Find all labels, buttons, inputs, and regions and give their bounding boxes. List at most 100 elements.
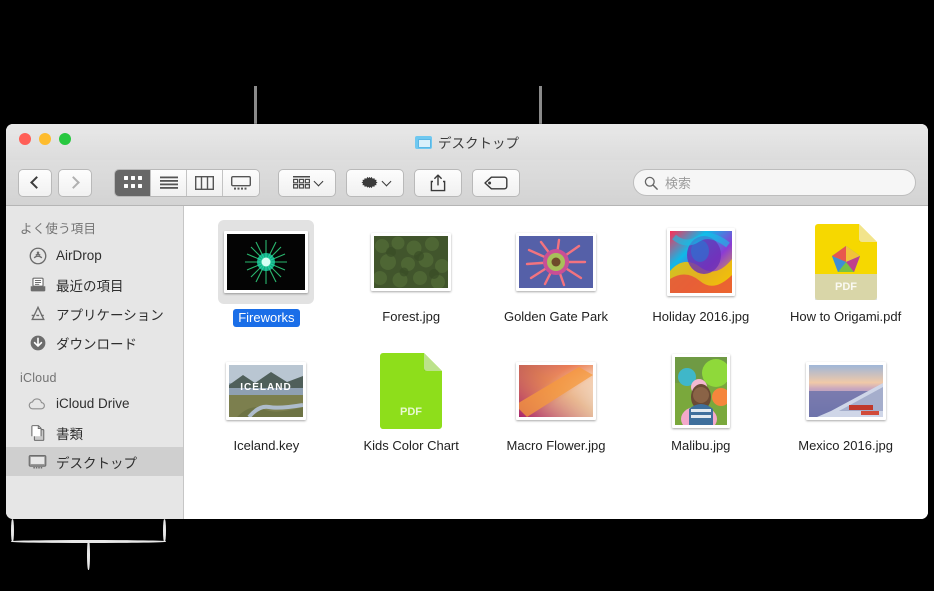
pdf-document-icon: PDF xyxy=(380,353,442,429)
iceland-thumbnail: ICELAND xyxy=(229,365,303,417)
arrange-grid-icon xyxy=(293,176,310,189)
chevron-left-icon xyxy=(30,176,43,189)
documents-icon xyxy=(28,423,47,442)
icon-view-button[interactable] xyxy=(115,170,151,196)
file-item[interactable]: Macro Flower.jpg xyxy=(484,349,629,454)
search-icon xyxy=(644,176,658,190)
file-thumbnail: PDF xyxy=(798,220,894,304)
sidebar: よく使う項目 AirDrop xyxy=(6,206,184,519)
gallery-icon xyxy=(231,176,251,190)
pdf-document-icon: PDF xyxy=(815,224,877,300)
sidebar-item-desktop[interactable]: デスクトップ xyxy=(6,447,183,476)
file-item[interactable]: PDF How to Origami.pdf xyxy=(773,220,918,327)
file-item[interactable]: Mexico 2016.jpg xyxy=(773,349,918,454)
file-label: Macro Flower.jpg xyxy=(503,438,610,454)
window-body: よく使う項目 AirDrop xyxy=(6,206,928,519)
screenshot-stage: デスクトップ xyxy=(0,0,934,591)
window-titlebar: デスクトップ xyxy=(6,124,928,160)
applications-icon xyxy=(28,304,47,323)
sidebar-heading-favorites: よく使う項目 xyxy=(6,214,183,241)
forest-thumbnail xyxy=(374,236,448,288)
callout-leader-line xyxy=(87,540,90,570)
arrange-button[interactable] xyxy=(278,169,336,197)
sidebar-item-recents[interactable]: 最近の項目 xyxy=(6,270,183,299)
sidebar-item-documents[interactable]: 書類 xyxy=(6,418,183,447)
file-grid-area: Fireworks xyxy=(184,206,928,519)
tag-icon xyxy=(484,176,508,190)
folder-icon xyxy=(415,135,432,149)
back-button[interactable] xyxy=(18,169,52,197)
window-title: デスクトップ xyxy=(6,132,928,152)
window-title-text: デスクトップ xyxy=(438,132,519,152)
tags-button[interactable] xyxy=(472,169,520,197)
gear-icon xyxy=(361,174,378,191)
malibu-thumbnail xyxy=(675,357,727,425)
file-item[interactable]: PDF Kids Color Chart xyxy=(339,349,484,454)
list-view-button[interactable] xyxy=(151,170,187,196)
sidebar-item-downloads[interactable]: ダウンロード xyxy=(6,328,183,357)
fireworks-thumbnail xyxy=(227,234,305,290)
cloud-icon xyxy=(28,394,47,413)
downloads-icon xyxy=(28,333,47,352)
file-item[interactable]: Holiday 2016.jpg xyxy=(628,220,773,327)
file-label: Mexico 2016.jpg xyxy=(794,438,897,454)
sidebar-item-label: ダウンロード xyxy=(56,333,137,353)
search-placeholder: 検索 xyxy=(665,173,691,192)
callout-bracket-right-tick xyxy=(163,519,166,542)
macro-flower-thumbnail xyxy=(519,365,593,417)
svg-text:PDF: PDF xyxy=(835,281,857,293)
file-label: Iceland.key xyxy=(230,438,304,454)
finder-window: デスクトップ xyxy=(6,124,928,519)
search-field[interactable]: 検索 xyxy=(633,169,916,196)
file-thumbnail xyxy=(653,220,749,304)
finder-toolbar: 検索 xyxy=(6,160,928,206)
columns-icon xyxy=(195,176,214,190)
svg-text:ICELAND: ICELAND xyxy=(241,382,292,393)
file-item[interactable]: Forest.jpg xyxy=(339,220,484,327)
forward-button[interactable] xyxy=(58,169,92,197)
column-view-button[interactable] xyxy=(187,170,223,196)
recents-icon xyxy=(28,275,47,294)
airdrop-icon xyxy=(28,246,47,265)
file-item[interactable]: Malibu.jpg xyxy=(628,349,773,454)
file-item[interactable]: ICELAND Iceland.key xyxy=(194,349,339,454)
file-thumbnail xyxy=(508,349,604,433)
file-label: Golden Gate Park xyxy=(500,309,612,325)
grid-icon xyxy=(124,176,142,189)
sidebar-item-label: AirDrop xyxy=(56,248,102,263)
share-icon xyxy=(430,174,446,192)
sidebar-item-label: 書類 xyxy=(56,423,83,443)
view-mode-segmented-control xyxy=(114,169,260,197)
file-item[interactable]: Golden Gate Park xyxy=(484,220,629,327)
chevron-down-icon xyxy=(313,176,323,186)
desktop-icon xyxy=(28,452,47,471)
file-label: Holiday 2016.jpg xyxy=(648,309,753,325)
sidebar-item-icloud-drive[interactable]: iCloud Drive xyxy=(6,389,183,418)
mexico-2016-thumbnail xyxy=(809,365,883,417)
callout-bracket-left-tick xyxy=(11,519,14,542)
file-thumbnail xyxy=(798,349,894,433)
navigation-buttons xyxy=(18,169,92,197)
file-thumbnail xyxy=(653,349,749,433)
file-thumbnail xyxy=(363,220,459,304)
file-thumbnail: PDF xyxy=(363,349,459,433)
chevron-down-icon xyxy=(381,176,391,186)
sidebar-item-applications[interactable]: アプリケーション xyxy=(6,299,183,328)
golden-gate-park-thumbnail xyxy=(519,236,593,288)
file-label: How to Origami.pdf xyxy=(786,309,905,325)
svg-text:PDF: PDF xyxy=(400,406,422,418)
sidebar-item-label: 最近の項目 xyxy=(56,275,124,295)
action-button[interactable] xyxy=(346,169,404,197)
sidebar-item-label: アプリケーション xyxy=(56,304,164,324)
list-icon xyxy=(160,176,178,189)
chevron-right-icon xyxy=(67,176,80,189)
file-item[interactable]: Fireworks xyxy=(194,220,339,327)
kids-color-chart-thumbnail: PDF xyxy=(380,353,442,429)
file-thumbnail xyxy=(508,220,604,304)
gallery-view-button[interactable] xyxy=(223,170,259,196)
sidebar-item-airdrop[interactable]: AirDrop xyxy=(6,241,183,270)
origami-pdf-thumbnail: PDF xyxy=(815,224,877,300)
file-label: Malibu.jpg xyxy=(667,438,734,454)
sidebar-heading-icloud: iCloud xyxy=(6,367,183,389)
share-button[interactable] xyxy=(414,169,462,197)
